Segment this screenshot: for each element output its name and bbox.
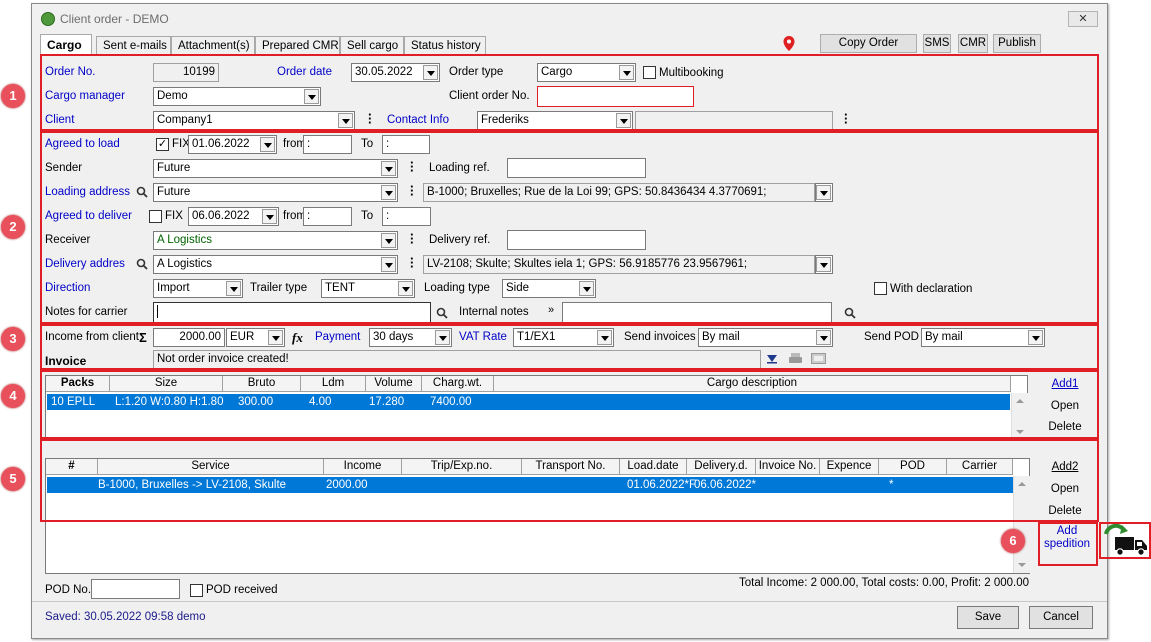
callout-box-3 [40, 324, 1099, 370]
app-icon [41, 12, 55, 26]
totals-text: Total Income: 2 000.00, Total costs: 0.0… [739, 577, 1030, 589]
title-bar: Client order - DEMO ✕ [32, 4, 1107, 30]
close-button[interactable]: ✕ [1068, 11, 1098, 27]
sms-button[interactable]: SMS [923, 34, 951, 53]
pod-received-label: POD received [206, 584, 278, 596]
pod-no-label: POD No. [45, 584, 92, 596]
window-title: Client order - DEMO [60, 12, 169, 26]
callout-number-3: 3 [1, 327, 25, 351]
callout-box-5 [40, 439, 1099, 522]
callout-number-5: 5 [1, 467, 25, 491]
callout-box-4 [40, 370, 1099, 439]
tab-cargo[interactable]: Cargo [40, 34, 92, 56]
truck-icon[interactable] [1101, 524, 1149, 557]
copy-order-button[interactable]: Copy Order [820, 34, 917, 53]
scroll-down-icon[interactable] [1018, 563, 1026, 567]
tab-status-history[interactable]: Status history [404, 36, 486, 55]
pod-received-checkbox[interactable] [190, 584, 203, 597]
pod-no-field[interactable] [91, 579, 180, 599]
callout-number-1: 1 [1, 84, 25, 108]
location-pin-icon[interactable] [782, 35, 796, 52]
cancel-button[interactable]: Cancel [1029, 606, 1093, 629]
tab-sell-cargo[interactable]: Sell cargo [340, 36, 404, 55]
tab-attachments[interactable]: Attachment(s) [171, 36, 255, 55]
cmr-button[interactable]: CMR [958, 34, 988, 53]
tab-sent-emails[interactable]: Sent e-mails [96, 36, 171, 55]
callout-number-6: 6 [1001, 529, 1025, 553]
callout-box-2 [40, 131, 1099, 324]
callout-number-4: 4 [1, 384, 25, 408]
publish-button[interactable]: Publish [993, 34, 1041, 53]
footer-divider [32, 601, 1107, 602]
callout-box-1 [40, 54, 1099, 131]
callout-box-6 [1038, 522, 1098, 566]
callout-number-2: 2 [1, 215, 25, 239]
tab-prepared-cmr[interactable]: Prepared CMR [255, 36, 340, 55]
saved-status: Saved: 30.05.2022 09:58 demo [45, 611, 206, 623]
save-button[interactable]: Save [957, 606, 1019, 629]
